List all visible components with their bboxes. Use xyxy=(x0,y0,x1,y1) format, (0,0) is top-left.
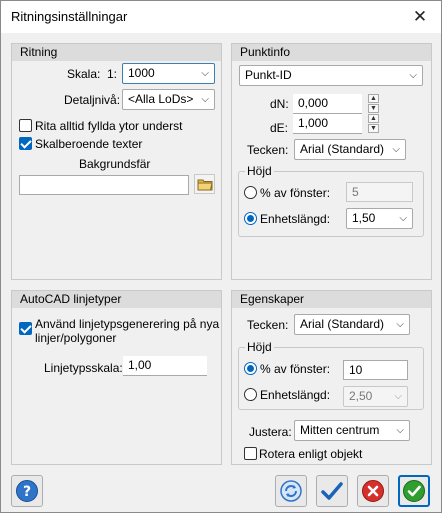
egen-pct-radio[interactable] xyxy=(244,362,257,375)
punkt-unit-label[interactable]: Enhetslängd: xyxy=(260,212,330,226)
chevron-down-icon: ⌵ xyxy=(394,391,402,402)
justify-label: Justera: xyxy=(249,425,292,439)
cancel-icon xyxy=(362,480,384,502)
dn-label: dN: xyxy=(270,97,289,111)
rotate-label[interactable]: Rotera enligt objekt xyxy=(259,447,362,461)
de-spin-up[interactable]: ▲ xyxy=(368,114,379,123)
punkt-font-label: Tecken: xyxy=(247,143,289,157)
egen-unit-label[interactable]: Enhetslängd: xyxy=(260,388,330,402)
fill-bottom-label[interactable]: Rita alltid fyllda ytor underst xyxy=(35,119,182,133)
punkt-unit-radio[interactable] xyxy=(244,212,257,225)
linetype-scale-label: Linjetypsskala: xyxy=(44,361,123,375)
detail-value: <Alla LoDs> xyxy=(128,92,194,106)
refresh-button[interactable] xyxy=(275,475,307,507)
point-type-combo[interactable]: Punkt-ID ⌵ xyxy=(239,65,423,86)
chevron-down-icon: ⌵ xyxy=(201,94,209,105)
chevron-down-icon: ⌵ xyxy=(201,68,209,79)
ritning-header: Ritning xyxy=(12,44,221,61)
punkt-pct-input[interactable]: 5 xyxy=(346,182,413,202)
linetype-scale-input[interactable]: 1,00 xyxy=(123,356,207,376)
scale-label: Skala: xyxy=(67,67,101,81)
detail-label: Detaljnivå: xyxy=(64,93,121,107)
egen-font-label: Tecken: xyxy=(247,318,289,332)
point-type-value: Punkt-ID xyxy=(245,68,292,82)
chevron-down-icon: ⌵ xyxy=(396,319,404,330)
justify-value: Mitten centrum xyxy=(300,423,380,437)
linetype-generate-line1: Använd linjetypsgenerering på nya xyxy=(35,317,220,331)
de-input[interactable]: 1,000 xyxy=(293,114,362,134)
chevron-down-icon: ⌵ xyxy=(396,425,404,436)
justify-combo[interactable]: Mitten centrum ⌵ xyxy=(294,420,410,441)
help-button[interactable]: ? xyxy=(11,475,43,507)
dn-input[interactable]: 0,000 xyxy=(293,94,362,114)
egen-height-title: Höjd xyxy=(245,340,274,354)
autocad-header: AutoCAD linjetyper xyxy=(12,291,221,308)
scale-prefix: 1: xyxy=(107,67,118,81)
egen-font-value: Arial (Standard) xyxy=(300,317,385,331)
egen-unit-combo[interactable]: 2,50 ⌵ xyxy=(343,386,408,407)
refresh-icon xyxy=(280,480,302,502)
cancel-button[interactable] xyxy=(357,475,389,507)
chevron-down-icon: ⌵ xyxy=(409,70,417,81)
close-icon[interactable]: ✕ xyxy=(405,5,435,29)
scale-value: 1000 xyxy=(128,66,155,80)
folder-button[interactable] xyxy=(194,174,215,194)
dn-spin-up[interactable]: ▲ xyxy=(368,94,379,103)
ok-icon xyxy=(403,480,425,502)
help-icon: ? xyxy=(16,480,38,502)
linetype-generate-line2: linjer/polygoner xyxy=(35,331,117,345)
punkt-height-title: Höjd xyxy=(245,164,274,178)
punkt-font-value: Arial (Standard) xyxy=(300,142,385,156)
egen-font-combo[interactable]: Arial (Standard) ⌵ xyxy=(294,314,410,335)
rotate-checkbox[interactable] xyxy=(244,447,257,460)
egen-pct-label[interactable]: % av fönster: xyxy=(260,362,330,376)
punkt-unit-value: 1,50 xyxy=(352,211,376,225)
punkt-unit-combo[interactable]: 1,50 ⌵ xyxy=(346,208,413,229)
checkmark-icon xyxy=(321,482,343,500)
egen-unit-value: 2,50 xyxy=(349,389,373,403)
egen-pct-input[interactable]: 10 xyxy=(343,360,408,380)
scale-combo[interactable]: 1000 ⌵ xyxy=(122,63,215,84)
detail-combo[interactable]: <Alla LoDs> ⌵ xyxy=(122,89,215,110)
scaled-text-label[interactable]: Skalberoende texter xyxy=(35,137,142,151)
apply-button[interactable] xyxy=(316,475,348,507)
background-label: Bakgrundsfär xyxy=(79,157,151,171)
folder-icon xyxy=(197,179,213,190)
punkt-pct-radio[interactable] xyxy=(244,186,257,199)
dialog-window: Ritningsinställningar ✕ Ritning Skala: 1… xyxy=(0,0,442,513)
linetype-generate-checkbox[interactable] xyxy=(19,322,32,335)
dn-spin-down[interactable]: ▼ xyxy=(368,104,379,113)
punkt-pct-label[interactable]: % av fönster: xyxy=(260,186,330,200)
background-input[interactable] xyxy=(19,175,189,195)
fill-bottom-checkbox[interactable] xyxy=(19,119,32,132)
punkt-font-combo[interactable]: Arial (Standard) ⌵ xyxy=(294,139,406,160)
de-spin-down[interactable]: ▼ xyxy=(368,124,379,133)
title-bar: Ritningsinställningar ✕ xyxy=(1,1,441,33)
de-label: dE: xyxy=(270,121,289,135)
ok-button[interactable] xyxy=(398,475,430,507)
chevron-down-icon: ⌵ xyxy=(399,213,407,224)
window-title: Ritningsinställningar xyxy=(11,9,128,24)
chevron-down-icon: ⌵ xyxy=(392,144,400,155)
punktinfo-header: Punktinfo xyxy=(232,44,431,61)
egenskaper-header: Egenskaper xyxy=(232,291,431,308)
egen-unit-radio[interactable] xyxy=(244,388,257,401)
svg-text:?: ? xyxy=(23,484,31,500)
linetype-generate-label[interactable]: Använd linjetypsgenerering på nya linjer… xyxy=(35,317,219,345)
scaled-text-checkbox[interactable] xyxy=(19,137,32,150)
